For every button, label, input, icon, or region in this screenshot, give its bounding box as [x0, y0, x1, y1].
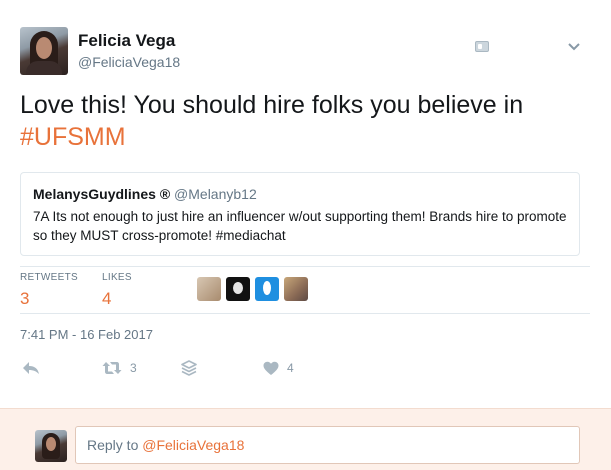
reply-button[interactable] [22, 358, 40, 378]
liker-avatar[interactable] [226, 277, 250, 301]
retweets-stat[interactable]: RETWEETS 3 [20, 272, 78, 309]
save-button[interactable] [181, 358, 197, 378]
tweet-card: Felicia Vega @FeliciaVega18 Love this! Y… [0, 0, 611, 408]
likes-stat[interactable]: LIKES 4 [102, 272, 132, 309]
retweet-count: 3 [130, 361, 137, 375]
reply-prefix: Reply to [87, 437, 143, 453]
layers-icon [181, 360, 197, 376]
reply-input[interactable]: Reply to @FeliciaVega18 [75, 426, 580, 464]
tweet-body: Love this! You should hire folks you bel… [20, 91, 524, 119]
author-display-name[interactable]: Felicia Vega [78, 31, 175, 51]
like-count: 4 [287, 361, 294, 375]
quoted-tweet[interactable]: MelanysGuydlines ® @Melanyb12 7A Its not… [20, 172, 580, 256]
author-avatar[interactable] [20, 27, 68, 75]
like-button[interactable]: 4 [263, 358, 294, 378]
quoted-text: 7A Its not enough to just hire an influe… [33, 209, 567, 243]
likers-avatars [197, 277, 308, 303]
reply-mention: @FeliciaVega18 [142, 437, 245, 453]
retweets-count: 3 [20, 289, 30, 308]
tweet-text: Love this! You should hire folks you bel… [20, 89, 590, 153]
follow-icon[interactable] [475, 41, 489, 52]
retweet-button[interactable]: 3 [102, 358, 137, 378]
retweets-label: RETWEETS [20, 272, 78, 283]
liker-avatar[interactable] [284, 277, 308, 301]
likes-label: LIKES [102, 272, 132, 283]
heart-icon [263, 361, 279, 375]
author-screen-name[interactable]: @FeliciaVega18 [78, 54, 180, 70]
liker-avatar[interactable] [255, 277, 279, 301]
retweet-icon [102, 362, 122, 374]
tweet-hashtag-link[interactable]: #UFSMM [20, 123, 126, 151]
quoted-display-name: MelanysGuydlines ® [33, 186, 171, 202]
likes-count: 4 [102, 289, 112, 308]
reply-icon [23, 362, 39, 374]
reply-composer: Reply to @FeliciaVega18 [0, 408, 611, 470]
divider [20, 313, 590, 314]
liker-avatar[interactable] [197, 277, 221, 301]
chevron-down-icon[interactable] [567, 42, 581, 52]
user-avatar [35, 430, 67, 462]
quoted-screen-name: @Melanyb12 [174, 186, 257, 202]
tweet-timestamp[interactable]: 7:41 PM - 16 Feb 2017 [20, 327, 153, 342]
divider [20, 266, 590, 267]
